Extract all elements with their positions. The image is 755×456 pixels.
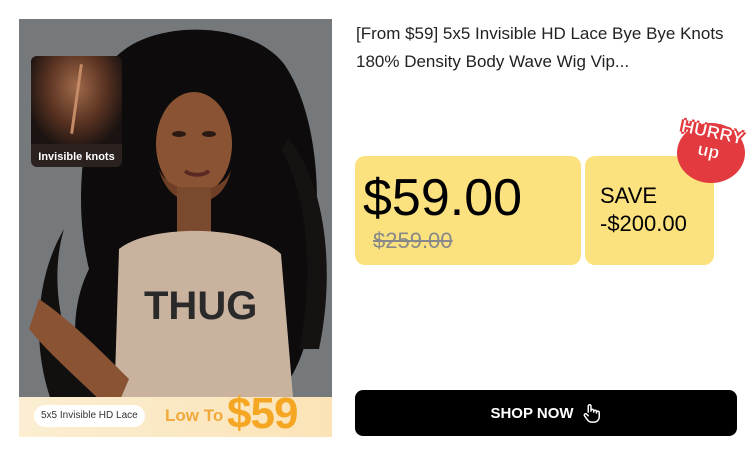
current-price: $59.00 — [363, 169, 523, 227]
price-box: $59.00 $259.00 — [355, 156, 581, 265]
product-image[interactable]: THUG Invisible knots 5x5 Invisible HD La… — [19, 19, 332, 437]
hurry-up-badge: HURRY up — [667, 116, 755, 185]
save-label: SAVE — [600, 183, 658, 208]
inset-label: Invisible knots — [38, 151, 115, 163]
promo-band: 5x5 Invisible HD Lace Low To $59 — [19, 389, 332, 437]
save-amount: -$200.00 — [600, 211, 687, 236]
lace-pill: 5x5 Invisible HD Lace — [34, 405, 145, 427]
badge-text: HURRY up — [663, 108, 755, 170]
inset-closeup: Invisible knots — [31, 56, 122, 167]
shirt-text: THUG — [144, 284, 257, 328]
hand-pointer-icon — [583, 404, 600, 423]
shop-now-label: SHOP NOW — [490, 404, 574, 422]
low-to-label: Low To — [165, 406, 224, 425]
shop-now-button[interactable]: SHOP NOW — [355, 390, 737, 436]
product-title[interactable]: [From $59] 5x5 Invisible HD Lace Bye Bye… — [356, 20, 736, 76]
promo-price: $59 — [227, 389, 298, 437]
original-price: $259.00 — [373, 228, 453, 253]
